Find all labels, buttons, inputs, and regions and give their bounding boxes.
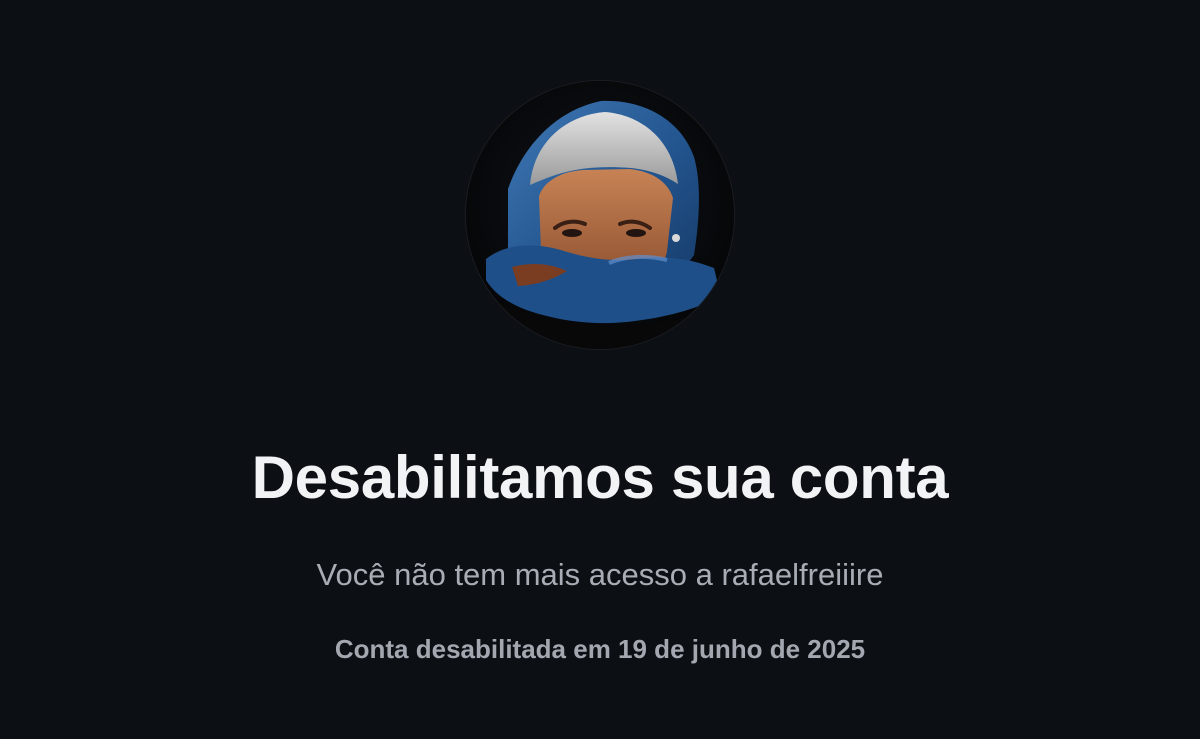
profile-avatar <box>466 81 734 349</box>
profile-photo-icon <box>466 81 734 349</box>
disabled-date-message: Conta desabilitada em 19 de junho de 202… <box>334 634 866 664</box>
account-disabled-screen: Desabilitamos sua conta Você não tem mai… <box>0 0 1200 739</box>
account-access-message: Você não tem mais acesso a rafaelfreiiir… <box>316 557 884 592</box>
page-title: Desabilitamos sua conta <box>251 444 949 511</box>
